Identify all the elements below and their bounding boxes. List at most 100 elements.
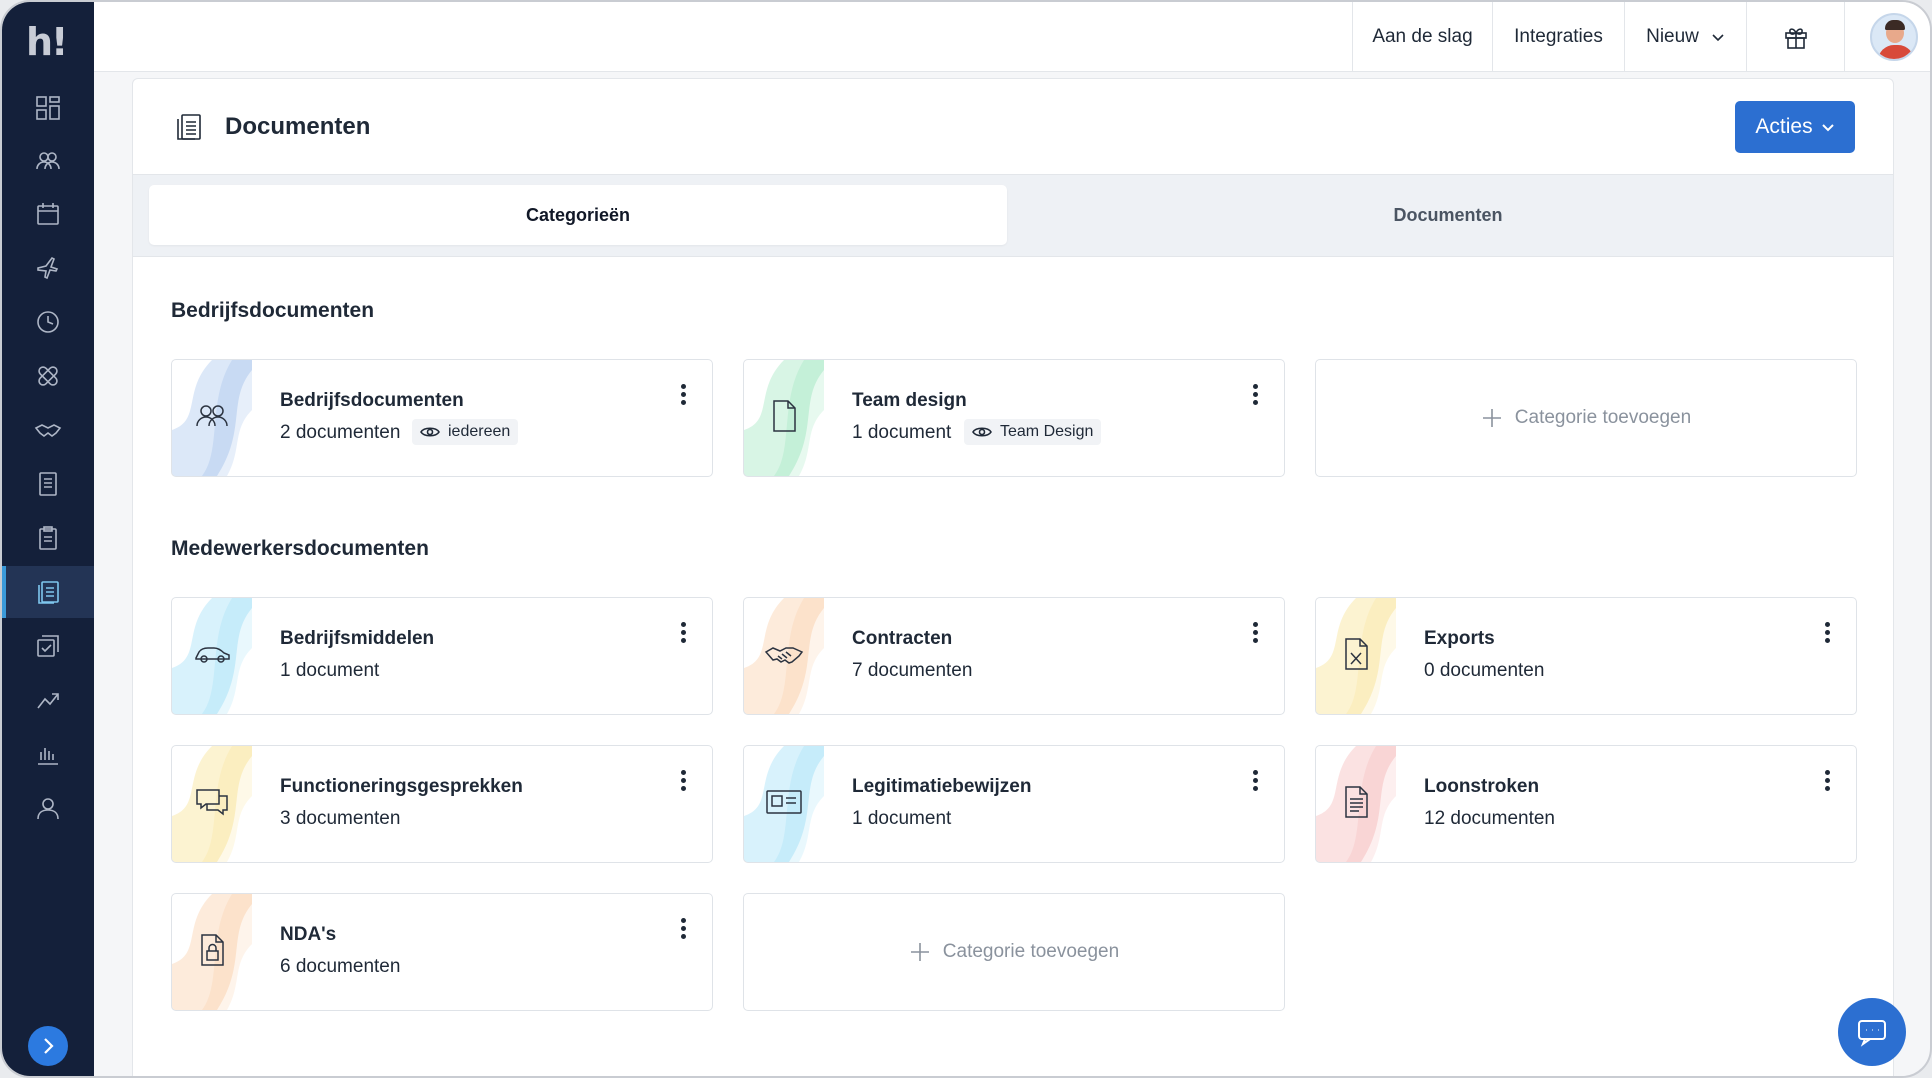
card-thumbnail xyxy=(744,746,824,862)
page-title: Documenten xyxy=(225,113,371,140)
user-menu[interactable] xyxy=(1844,2,1930,72)
category-card[interactable]: Loonstroken 12 documenten xyxy=(1315,745,1857,863)
documents-panel: Documenten Acties Categorieën Documenten… xyxy=(132,78,1894,1076)
payslip-icon xyxy=(1336,782,1376,822)
id-card-icon xyxy=(764,782,804,822)
card-name: Legitimatiebewijzen xyxy=(852,776,1032,797)
chevron-down-icon xyxy=(1712,34,1724,42)
card-count: 12 documenten xyxy=(1424,808,1555,829)
section-title: Medewerkersdocumenten xyxy=(171,537,429,560)
card-thumbnail xyxy=(172,598,252,714)
card-count: 1 document xyxy=(852,808,952,829)
profile-icon[interactable] xyxy=(2,782,94,834)
category-card[interactable]: Contracten 7 documenten xyxy=(743,597,1285,715)
actions-button[interactable]: Acties xyxy=(1735,101,1855,153)
card-name: Bedrijfsdocumenten xyxy=(280,390,464,411)
avatar xyxy=(1869,13,1918,61)
app-window: h! Aan de slag Integraties Nieuw Documen… xyxy=(0,0,1932,1078)
card-name: Bedrijfsmiddelen xyxy=(280,628,435,649)
performance-icon[interactable] xyxy=(2,674,94,726)
more-options-icon[interactable] xyxy=(1822,622,1832,646)
card-name: Contracten xyxy=(852,628,953,649)
employees-icon[interactable] xyxy=(2,135,94,187)
more-options-icon[interactable] xyxy=(678,918,688,942)
more-options-icon[interactable] xyxy=(1250,622,1260,646)
more-options-icon[interactable] xyxy=(1250,770,1260,794)
integrations-link[interactable]: Integraties xyxy=(1492,2,1624,72)
badge-label: iedereen xyxy=(448,423,511,440)
tab-documents[interactable]: Documenten xyxy=(1019,185,1877,245)
handshake-nav-icon[interactable] xyxy=(2,404,94,456)
receipt-icon[interactable] xyxy=(2,458,94,510)
card-name: NDA's xyxy=(280,924,337,945)
visibility-badge: Team Design xyxy=(964,419,1102,445)
more-options-icon[interactable] xyxy=(678,622,688,646)
category-card[interactable]: Legitimatiebewijzen 1 document xyxy=(743,745,1285,863)
card-count: 6 documenten xyxy=(280,956,401,977)
card-name: Loonstroken xyxy=(1424,776,1540,797)
reports-icon[interactable] xyxy=(2,728,94,780)
eye-icon xyxy=(972,427,992,437)
more-options-icon[interactable] xyxy=(1250,384,1260,408)
more-options-icon[interactable] xyxy=(1822,770,1832,794)
card-count: 2 documenten xyxy=(280,422,401,443)
badge-label: Team Design xyxy=(1000,423,1094,440)
more-options-icon[interactable] xyxy=(678,770,688,794)
card-name: Functioneringsgesprekken xyxy=(280,776,523,797)
plus-icon xyxy=(910,943,929,961)
checklist-icon[interactable] xyxy=(2,620,94,672)
chat-icon xyxy=(1858,1020,1886,1047)
gift-button[interactable] xyxy=(1746,2,1844,72)
chat-support-button[interactable] xyxy=(1838,998,1906,1066)
eye-icon xyxy=(420,427,440,437)
calendar-icon[interactable] xyxy=(2,188,94,240)
category-card[interactable]: Exports 0 documenten xyxy=(1315,597,1857,715)
card-thumbnail xyxy=(744,598,824,714)
sidebar: h! xyxy=(2,2,94,1076)
tab-bar: Categorieën Documenten xyxy=(133,175,1893,257)
category-card[interactable]: Team design 1 document Team Design xyxy=(743,359,1285,477)
card-count: 1 document xyxy=(852,422,952,443)
top-bar: Aan de slag Integraties Nieuw xyxy=(94,2,1930,72)
add-category-label: Categorie toevoegen xyxy=(942,941,1120,962)
category-card[interactable]: Functioneringsgesprekken 3 documenten xyxy=(171,745,713,863)
tab-categories[interactable]: Categorieën xyxy=(149,185,1007,245)
category-card[interactable]: Bedrijfsmiddelen 1 document xyxy=(171,597,713,715)
getting-started-link[interactable]: Aan de slag xyxy=(1352,2,1492,72)
handshake-icon xyxy=(764,634,804,674)
app-logo[interactable]: h! xyxy=(26,20,68,64)
visibility-badge: iedereen xyxy=(412,419,519,445)
card-thumbnail xyxy=(172,894,252,1010)
card-thumbnail xyxy=(172,360,252,476)
chat-bubbles-icon xyxy=(192,782,232,822)
card-name: Team design xyxy=(852,390,967,411)
card-thumbnail xyxy=(744,360,824,476)
expand-sidebar-button[interactable] xyxy=(28,1026,68,1066)
card-count: 3 documenten xyxy=(280,808,401,829)
card-name: Exports xyxy=(1424,628,1495,649)
add-category-label: Categorie toevoegen xyxy=(1514,407,1692,428)
card-thumbnail xyxy=(172,746,252,862)
car-icon xyxy=(192,634,232,674)
clock-icon[interactable] xyxy=(2,296,94,348)
category-card[interactable]: NDA's 6 documenten xyxy=(171,893,713,1011)
bandage-icon[interactable] xyxy=(2,350,94,402)
documents-nav-icon[interactable] xyxy=(2,566,94,618)
people-icon xyxy=(192,396,232,436)
dashboard-icon[interactable] xyxy=(2,82,94,134)
plane-icon[interactable] xyxy=(2,242,94,294)
add-category-button[interactable]: Categorie toevoegen xyxy=(1315,359,1857,477)
new-menu-label: Nieuw xyxy=(1646,26,1699,47)
chevron-right-icon xyxy=(44,1038,54,1054)
new-menu[interactable]: Nieuw xyxy=(1624,2,1746,72)
clipboard-icon[interactable] xyxy=(2,512,94,564)
card-thumbnail xyxy=(1316,746,1396,862)
document-icon xyxy=(764,396,804,436)
panel-header: Documenten Acties xyxy=(133,79,1893,175)
chevron-down-icon xyxy=(1821,124,1834,132)
actions-label: Acties xyxy=(1755,115,1813,138)
more-options-icon[interactable] xyxy=(678,384,688,408)
category-card[interactable]: Bedrijfsdocumenten 2 documenten iedereen xyxy=(171,359,713,477)
documents-icon xyxy=(173,111,205,143)
add-category-button[interactable]: Categorie toevoegen xyxy=(743,893,1285,1011)
